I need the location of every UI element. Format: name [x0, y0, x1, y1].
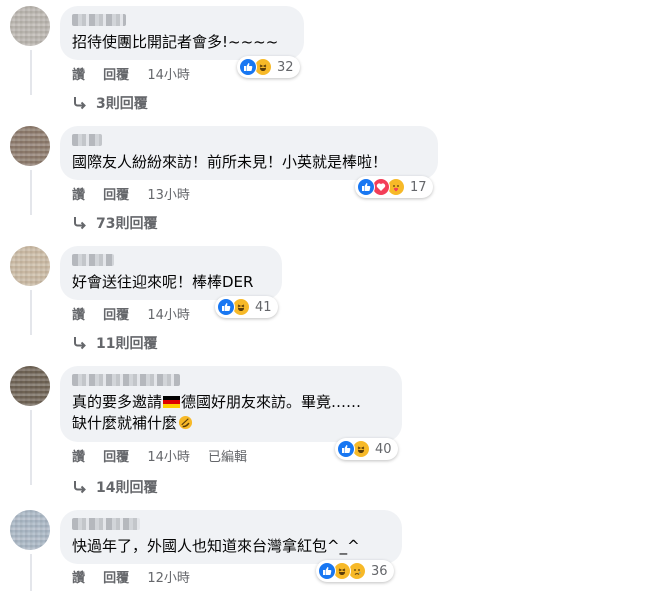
- replies-count: 3則回覆: [96, 96, 148, 112]
- germany-flag-icon: [163, 396, 181, 408]
- reaction-summary[interactable]: 17: [355, 176, 433, 198]
- timestamp[interactable]: 14小時: [147, 308, 190, 323]
- reaction-summary[interactable]: 36: [316, 560, 394, 582]
- reaction-summary[interactable]: 40: [335, 438, 398, 460]
- reply-arrow-icon: [74, 97, 86, 110]
- avatar[interactable]: [10, 366, 50, 406]
- like-link[interactable]: 讚: [72, 68, 85, 83]
- reply-link[interactable]: 回覆: [103, 450, 129, 465]
- like-reaction-icon: [318, 562, 336, 580]
- view-replies-button[interactable]: 14則回覆: [72, 477, 157, 497]
- reply-arrow-icon: [74, 481, 86, 494]
- comment-text: 招待使團比開記者會多!~~~~: [72, 33, 279, 51]
- comment-text: 好會送往迎來呢！棒棒DER: [72, 273, 254, 291]
- view-replies-button[interactable]: 11則回覆: [72, 333, 157, 353]
- avatar[interactable]: [10, 246, 50, 286]
- rofl-emoji-icon: [177, 414, 193, 432]
- comment-actions: 讚 回覆 13小時: [72, 188, 204, 204]
- comment-actions: 讚 回覆 12小時: [72, 571, 204, 587]
- thread-line: [30, 554, 32, 591]
- reply-link[interactable]: 回覆: [103, 308, 129, 323]
- like-reaction-icon: [337, 440, 355, 458]
- like-link[interactable]: 讚: [72, 188, 85, 203]
- reaction-count: 36: [371, 563, 388, 579]
- avatar[interactable]: [10, 126, 50, 166]
- reply-arrow-icon: [74, 337, 86, 350]
- like-reaction-icon: [357, 178, 375, 196]
- timestamp[interactable]: 14小時: [147, 450, 190, 465]
- like-reaction-icon: [217, 298, 235, 316]
- avatar[interactable]: [10, 6, 50, 46]
- reaction-count: 32: [277, 59, 294, 75]
- thread-line: [30, 410, 32, 485]
- reply-arrow-icon: [74, 217, 86, 230]
- comment-actions: 讚 回覆 14小時: [72, 308, 204, 324]
- timestamp[interactable]: 13小時: [147, 188, 190, 203]
- comment-actions: 讚 回覆 14小時 已編輯: [72, 450, 261, 466]
- author-name[interactable]: [72, 14, 126, 26]
- comment-text-part: 德國好朋友來訪。畢竟……: [181, 393, 362, 411]
- thread-line: [30, 290, 32, 335]
- reaction-count: 41: [255, 299, 272, 315]
- thread-line: [30, 50, 32, 95]
- view-replies-button[interactable]: 3則回覆: [72, 93, 148, 113]
- timestamp[interactable]: 14小時: [147, 68, 190, 83]
- comment-bubble: 國際友人紛紛來訪！前所未見！小英就是棒啦！: [60, 126, 438, 180]
- author-name[interactable]: [72, 134, 102, 146]
- comment-text: 國際友人紛紛來訪！前所未見！小英就是棒啦！: [72, 153, 388, 171]
- author-name[interactable]: [72, 518, 140, 530]
- author-name[interactable]: [72, 254, 114, 266]
- timestamp[interactable]: 12小時: [147, 571, 190, 586]
- comment-text: 真的要多邀請 德國好朋友來訪。畢竟…… 缺什麼就補什麼: [72, 392, 390, 434]
- comment-bubble: 招待使團比開記者會多!~~~~: [60, 6, 304, 60]
- reply-link[interactable]: 回覆: [103, 571, 129, 586]
- reaction-summary[interactable]: 41: [215, 296, 278, 318]
- thread-line: [30, 170, 32, 215]
- like-link[interactable]: 讚: [72, 308, 85, 323]
- like-reaction-icon: [239, 58, 257, 76]
- like-link[interactable]: 讚: [72, 450, 85, 465]
- reaction-summary[interactable]: 32: [237, 56, 300, 78]
- comment-text: 快過年了，外國人也知道來台灣拿紅包^_^: [72, 537, 360, 555]
- comment-bubble: 好會送往迎來呢！棒棒DER: [60, 246, 282, 300]
- avatar[interactable]: [10, 510, 50, 550]
- reply-link[interactable]: 回覆: [103, 68, 129, 83]
- reaction-count: 17: [410, 179, 427, 195]
- comment-actions: 讚 回覆 14小時: [72, 68, 204, 84]
- comment-bubble: 真的要多邀請 德國好朋友來訪。畢竟…… 缺什麼就補什麼: [60, 366, 402, 442]
- author-name[interactable]: [72, 374, 180, 386]
- like-link[interactable]: 讚: [72, 571, 85, 586]
- replies-count: 11則回覆: [96, 336, 158, 352]
- comment-text-part: 真的要多邀請: [72, 393, 163, 411]
- reaction-count: 40: [375, 441, 392, 457]
- reply-link[interactable]: 回覆: [103, 188, 129, 203]
- edited-label[interactable]: 已編輯: [208, 450, 247, 465]
- view-replies-button[interactable]: 73則回覆: [72, 213, 157, 233]
- comment-text-part: 缺什麼就補什麼: [72, 414, 178, 432]
- replies-count: 14則回覆: [96, 480, 158, 496]
- replies-count: 73則回覆: [96, 216, 158, 232]
- comment-bubble: 快過年了，外國人也知道來台灣拿紅包^_^: [60, 510, 402, 564]
